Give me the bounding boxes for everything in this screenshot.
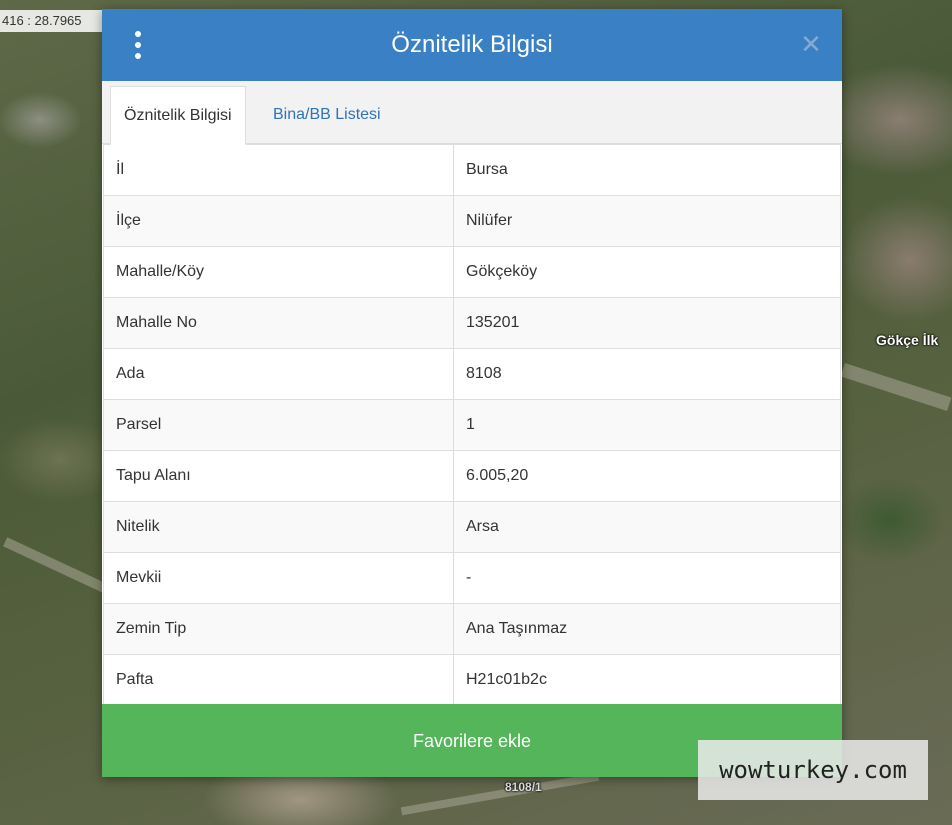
- attribute-key: Mevkii: [103, 552, 454, 604]
- table-row: Ada 8108: [103, 348, 841, 400]
- attribute-value: 1: [453, 399, 841, 451]
- attribute-value: 6.005,20: [453, 450, 841, 502]
- table-row: Nitelik Arsa: [103, 501, 841, 553]
- attribute-table: İl Bursa İlçe Nilüfer Mahalle/Köy Gökçeköy Mah…: [103, 144, 841, 706]
- map-road: [400, 772, 600, 816]
- table-row: Zemin Tip Ana Taşınmaz: [103, 603, 841, 655]
- attribute-value: Bursa: [453, 144, 841, 196]
- attribute-key: Mahalle/Köy: [103, 246, 454, 298]
- tab-building-list[interactable]: Bina/BB Listesi: [260, 86, 394, 143]
- attribute-key: Nitelik: [103, 501, 454, 553]
- map-road: [840, 363, 952, 411]
- attribute-value: Ana Taşınmaz: [453, 603, 841, 655]
- attribute-value: 135201: [453, 297, 841, 349]
- attribute-key: Ada: [103, 348, 454, 400]
- attribute-value: 8108: [453, 348, 841, 400]
- attribute-value: Gökçeköy: [453, 246, 841, 298]
- modal-header: Öznitelik Bilgisi ✕: [102, 9, 842, 81]
- attribute-key: İlçe: [103, 195, 454, 247]
- map-road: [3, 537, 107, 593]
- attribute-value: Arsa: [453, 501, 841, 553]
- attribute-info-modal: Öznitelik Bilgisi ✕ Öznitelik Bilgisi Bi…: [102, 9, 842, 777]
- tab-bar: Öznitelik Bilgisi Bina/BB Listesi: [102, 81, 842, 145]
- attribute-key: Pafta: [103, 654, 454, 706]
- tab-attribute-info[interactable]: Öznitelik Bilgisi: [110, 86, 246, 145]
- table-row: Mahalle No 135201: [103, 297, 841, 349]
- table-row: Pafta H21c01b2c: [103, 654, 841, 706]
- table-row: İl Bursa: [103, 144, 841, 196]
- table-row: Tapu Alanı 6.005,20: [103, 450, 841, 502]
- modal-title: Öznitelik Bilgisi: [391, 31, 553, 58]
- attribute-key: Tapu Alanı: [103, 450, 454, 502]
- close-icon[interactable]: ✕: [798, 31, 824, 57]
- attribute-key: Parsel: [103, 399, 454, 451]
- table-row: İlçe Nilüfer: [103, 195, 841, 247]
- coordinate-readout: 416 : 28.7965: [0, 10, 102, 32]
- attribute-key: Mahalle No: [103, 297, 454, 349]
- attribute-value: H21c01b2c: [453, 654, 841, 706]
- watermark: wowturkey.com: [698, 740, 928, 800]
- map-parcel-label: 8108/1: [505, 780, 542, 794]
- table-row: Mahalle/Köy Gökçeköy: [103, 246, 841, 298]
- attribute-key: Zemin Tip: [103, 603, 454, 655]
- map-place-label: Gökçe İlk: [876, 332, 939, 348]
- table-row: Parsel 1: [103, 399, 841, 451]
- attribute-value: Nilüfer: [453, 195, 841, 247]
- table-row: Mevkii -: [103, 552, 841, 604]
- attribute-value: -: [453, 552, 841, 604]
- attribute-key: İl: [103, 144, 454, 196]
